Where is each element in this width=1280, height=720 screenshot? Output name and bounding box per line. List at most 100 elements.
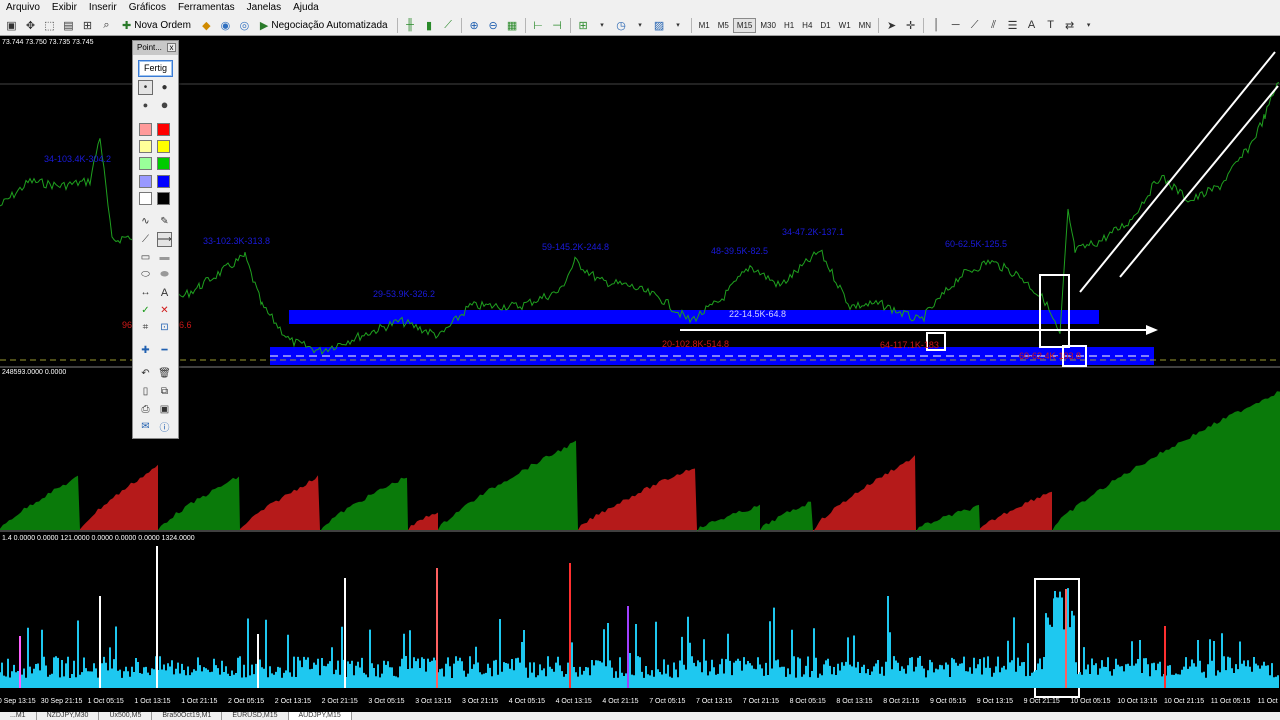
new-chart-icon[interactable]: ▣	[3, 17, 20, 34]
autoscroll-icon[interactable]: ⊢	[530, 17, 547, 34]
x-mark-icon[interactable]: ✕	[157, 303, 172, 318]
zoom-rect-icon[interactable]: ⊡	[157, 320, 172, 335]
menu-item[interactable]: Ferramentas	[172, 0, 241, 15]
email-icon[interactable]: ✉	[138, 419, 153, 434]
timeframe-m5[interactable]: M5	[714, 18, 733, 33]
template-icon[interactable]: ▨	[651, 17, 668, 34]
cursor-icon[interactable]: ➤	[883, 17, 900, 34]
palette-title-bar[interactable]: Point... x	[133, 41, 178, 55]
crop-icon[interactable]: ⌗	[138, 320, 153, 335]
filled-ellipse-icon[interactable]: ⬬	[157, 267, 172, 282]
channel-icon[interactable]: ⫽	[985, 17, 1002, 34]
bar-chart-icon[interactable]: ╫	[402, 17, 419, 34]
fertig-button[interactable]: Fertig	[138, 60, 173, 77]
zoom-out-icon[interactable]: ⊖	[485, 17, 502, 34]
color-yellow[interactable]	[157, 140, 170, 153]
timeframe-m15[interactable]: M15	[732, 17, 757, 33]
large-dot-icon[interactable]: ●	[138, 97, 153, 112]
color-light-green[interactable]	[139, 157, 152, 170]
plus-icon[interactable]: ✚	[138, 343, 153, 358]
color-green[interactable]	[157, 157, 170, 170]
menu-item[interactable]: Ajuda	[287, 0, 325, 15]
timeframe-h4[interactable]: H4	[798, 18, 816, 33]
chart-tab[interactable]: Ux500,M5	[99, 712, 153, 720]
chevron-down-icon[interactable]: ▾	[670, 17, 687, 34]
save-icon[interactable]: ▣	[157, 402, 172, 417]
text-label-icon[interactable]: T	[1042, 17, 1059, 34]
freehand-icon[interactable]: ∿	[138, 214, 153, 229]
timeframe-m30[interactable]: M30	[756, 18, 780, 33]
medium-dot-icon[interactable]: ●	[157, 80, 172, 95]
close-icon[interactable]: x	[167, 43, 176, 52]
color-light-yellow[interactable]	[139, 140, 152, 153]
timeframe-d1[interactable]: D1	[816, 18, 834, 33]
text-tool-icon[interactable]: A	[1023, 17, 1040, 34]
chevron-down-icon[interactable]: ▾	[594, 17, 611, 34]
xlarge-dot-icon[interactable]: ●	[157, 97, 172, 112]
chart-tab[interactable]: Bra50Oct19,M1	[152, 712, 223, 720]
color-blue[interactable]	[157, 175, 170, 188]
chart-tab[interactable]: EURUSD,M15	[222, 712, 289, 720]
new-order-button[interactable]: ✚ Nova Ordem	[118, 17, 195, 34]
line-tool-icon[interactable]: ⟋	[138, 232, 153, 247]
zoom-in-icon[interactable]: ⊕	[466, 17, 483, 34]
shift-icon[interactable]: ⊣	[549, 17, 566, 34]
color-black[interactable]	[157, 192, 170, 205]
timeframe-h1[interactable]: H1	[780, 18, 798, 33]
timeframe-m1[interactable]: M1	[695, 18, 714, 33]
line-chart-icon[interactable]: ⟋	[440, 17, 457, 34]
auto-trading-button[interactable]: ▶ Negociação Automatizada	[256, 17, 392, 34]
timeframe-w1[interactable]: W1	[835, 18, 855, 33]
menu-item[interactable]: Gráficos	[123, 0, 172, 15]
filled-rectangle-icon[interactable]: ▬	[157, 250, 172, 265]
period-icon[interactable]: ◷	[613, 17, 630, 34]
tester-icon[interactable]: ⌕	[98, 17, 115, 34]
signals-icon[interactable]: ◉	[217, 17, 234, 34]
text-tool-icon[interactable]: A	[157, 285, 172, 300]
menu-item[interactable]: Inserir	[83, 0, 123, 15]
chart-canvas[interactable]	[0, 36, 1280, 712]
vertical-line-icon[interactable]: │	[928, 17, 945, 34]
trendline-icon[interactable]: ⟋	[966, 17, 983, 34]
candlestick-icon[interactable]: ▮	[421, 17, 438, 34]
timeframe-mn[interactable]: MN	[855, 18, 875, 33]
pencil-icon[interactable]: ✎	[157, 214, 172, 229]
indicators-icon[interactable]: ⊞	[575, 17, 592, 34]
chart-tab[interactable]: ...M1	[0, 712, 37, 720]
minus-icon[interactable]: ━	[157, 343, 172, 358]
ellipse-icon[interactable]: ⬭	[138, 267, 153, 282]
globe-icon[interactable]: ◎	[236, 17, 253, 34]
small-dot-icon[interactable]: •	[138, 80, 153, 95]
double-arrow-icon[interactable]: ↔	[138, 285, 153, 300]
undo-icon[interactable]: ↶	[138, 366, 153, 381]
horizontal-line-icon[interactable]: ─	[947, 17, 964, 34]
navigator-icon[interactable]: ⊞	[79, 17, 96, 34]
fibonacci-icon[interactable]: ☰	[1004, 17, 1021, 34]
chart-tab[interactable]: NZDJPY,M30	[37, 712, 100, 720]
rectangle-icon[interactable]: ▭	[138, 250, 153, 265]
metaeditor-icon[interactable]: ◆	[198, 17, 215, 34]
chart-area[interactable]: 73.744 73.750 73.735 73.745 248593.0000 …	[0, 36, 1280, 712]
chevron-down-icon[interactable]: ▾	[1080, 17, 1097, 34]
zoom-window-icon[interactable]: ⬚	[41, 17, 58, 34]
market-watch-icon[interactable]: ▤	[60, 17, 77, 34]
horizontal-line-tool-icon[interactable]: ⟶	[157, 232, 172, 247]
print-icon[interactable]: ⎙	[138, 402, 153, 417]
check-icon[interactable]: ✓	[138, 303, 153, 318]
crosshair-icon[interactable]: ✛	[902, 17, 919, 34]
color-light-red[interactable]	[139, 123, 152, 136]
color-white[interactable]	[139, 192, 152, 205]
menu-item[interactable]: Exibir	[46, 0, 83, 15]
chevron-down-icon[interactable]: ▾	[632, 17, 649, 34]
trash-icon[interactable]: 🗑	[157, 366, 172, 381]
color-red[interactable]	[157, 123, 170, 136]
color-light-blue[interactable]	[139, 175, 152, 188]
new-page-icon[interactable]: ▯	[138, 384, 153, 399]
copy-icon[interactable]: ⧉	[157, 384, 172, 399]
arrows-icon[interactable]: ⇄	[1061, 17, 1078, 34]
tile-icon[interactable]: ▦	[504, 17, 521, 34]
menu-item[interactable]: Arquivo	[0, 0, 46, 15]
info-icon[interactable]: ⓘ	[157, 419, 172, 434]
menu-item[interactable]: Janelas	[241, 0, 287, 15]
profiles-icon[interactable]: ✥	[22, 17, 39, 34]
